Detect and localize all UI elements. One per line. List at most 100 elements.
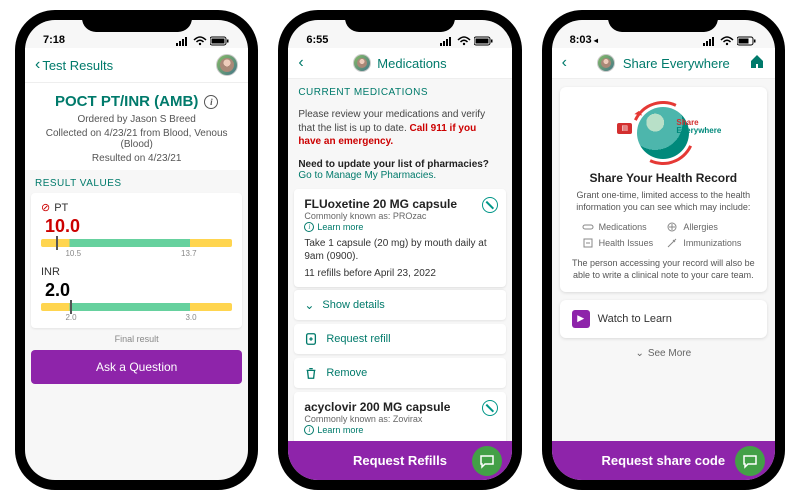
phone-medications: 6:55 ‹ Medications CURRENT MEDICATIONS P… xyxy=(278,10,521,490)
inr-label: INR xyxy=(41,266,60,278)
alert-icon: ⊘ xyxy=(41,201,50,214)
status-right xyxy=(440,36,494,46)
final-result-label: Final result xyxy=(25,334,248,344)
content: POCT PT/INR (AMB) i Ordered by Jason S B… xyxy=(25,83,248,480)
remove-button[interactable]: Remove xyxy=(294,358,505,388)
header-bar: ‹ Test Results xyxy=(25,48,248,83)
manage-pharmacies-link[interactable]: Go to Manage My Pharmacies. xyxy=(298,170,436,181)
item-immunizations: Immunizations xyxy=(666,237,745,249)
chat-fab[interactable] xyxy=(735,446,765,476)
page-title: Medications xyxy=(377,56,446,71)
watch-to-learn-button[interactable]: ▶ Watch to Learn xyxy=(560,300,767,338)
section-title: RESULT VALUES xyxy=(25,170,248,193)
phone-test-results: 7:18 ‹ Test Results POCT PT/INR (AMB) i … xyxy=(15,10,258,490)
header-bar: ‹ Medications xyxy=(288,48,511,79)
back-label: Test Results xyxy=(42,58,113,73)
syringe-icon xyxy=(666,237,678,249)
request-share-code-button[interactable]: Request share code xyxy=(552,441,775,480)
chevron-down-icon: ⌄ xyxy=(304,298,314,312)
result-title-row: POCT PT/INR (AMB) i xyxy=(55,93,218,110)
signal-icon xyxy=(176,36,190,46)
pharmacy-update: Need to update your list of pharmacies? … xyxy=(288,155,511,189)
result-header: POCT PT/INR (AMB) i Ordered by Jason S B… xyxy=(25,83,248,170)
wifi-icon xyxy=(193,36,207,46)
share-everywhere-logo: ▤ ShareEverywhere xyxy=(572,101,755,165)
back-button[interactable]: ‹ xyxy=(562,54,567,72)
med-name: FLUoxetine 20 MG capsule xyxy=(304,197,495,211)
notch xyxy=(82,10,192,32)
status-right xyxy=(703,36,757,46)
notch xyxy=(608,10,718,32)
med-aka: Commonly known as: Zovirax xyxy=(304,414,495,424)
signal-icon xyxy=(703,36,717,46)
phone-share-everywhere: 8:03 ◂ ‹ Share Everywhere ▤ ShareEve xyxy=(542,10,785,490)
request-refill-button[interactable]: Request refill xyxy=(294,324,505,354)
med-refills: 11 refills before April 23, 2022 xyxy=(304,268,495,279)
ask-question-button[interactable]: Ask a Question xyxy=(31,350,242,384)
request-refills-button[interactable]: Request Refills xyxy=(288,441,511,480)
status-time: 7:18 xyxy=(43,34,65,46)
back-button[interactable]: ‹ xyxy=(298,54,303,72)
med-name: acyclovir 200 MG capsule xyxy=(304,400,495,414)
battery-icon xyxy=(737,36,757,46)
wifi-icon xyxy=(457,36,471,46)
result-title: POCT PT/INR (AMB) xyxy=(55,93,198,110)
see-more-button[interactable]: ⌄ See More xyxy=(552,344,775,363)
card-heading: Share Your Health Record xyxy=(572,171,755,185)
battery-icon xyxy=(474,36,494,46)
pt-scale: 10.513.7 xyxy=(41,249,232,258)
avatar[interactable] xyxy=(597,54,615,72)
battery-icon xyxy=(210,36,230,46)
status-time: 6:55 xyxy=(306,34,328,46)
home-icon[interactable] xyxy=(749,53,765,74)
info-icon[interactable]: i xyxy=(204,95,218,109)
inr-value: 2.0 xyxy=(45,280,232,301)
ordered-by: Ordered by Jason S Breed xyxy=(33,114,240,125)
section-title: CURRENT MEDICATIONS xyxy=(288,79,511,102)
chat-fab[interactable] xyxy=(472,446,502,476)
trash-icon xyxy=(304,366,318,380)
med-directions: Take 1 capsule (20 mg) by mouth daily at… xyxy=(304,237,495,263)
back-button[interactable]: ‹ Test Results xyxy=(35,57,113,73)
screen: 8:03 ◂ ‹ Share Everywhere ▤ ShareEve xyxy=(552,20,775,480)
content: CURRENT MEDICATIONS Please review your m… xyxy=(288,79,511,480)
learn-more-link[interactable]: iLearn more xyxy=(304,222,495,232)
med-aka: Commonly known as: PROzac xyxy=(304,211,495,221)
medication-card: FLUoxetine 20 MG capsule Commonly known … xyxy=(294,189,505,287)
info-icon: i xyxy=(304,425,314,435)
pt-label: PT xyxy=(54,202,68,214)
screen: 6:55 ‹ Medications CURRENT MEDICATIONS P… xyxy=(288,20,511,480)
pt-row: ⊘ PT xyxy=(41,201,232,214)
card-para1: Grant one-time, limited access to the he… xyxy=(572,189,755,213)
learn-more-link[interactable]: iLearn more xyxy=(304,425,495,435)
issues-icon xyxy=(582,237,594,249)
pt-value: 10.0 xyxy=(45,216,232,237)
item-allergies: Allergies xyxy=(666,221,745,233)
play-icon: ▶ xyxy=(572,310,590,328)
page-title: Share Everywhere xyxy=(623,56,730,71)
item-health-issues: Health Issues xyxy=(582,237,661,249)
pt-range-bar xyxy=(41,239,232,247)
allergy-icon xyxy=(666,221,678,233)
not-taking-icon[interactable] xyxy=(482,197,498,213)
item-medications: Medications xyxy=(582,221,661,233)
wifi-icon xyxy=(720,36,734,46)
inr-row: INR xyxy=(41,266,232,278)
show-details-button[interactable]: ⌄ Show details xyxy=(294,289,505,320)
status-right xyxy=(176,36,230,46)
avatar[interactable] xyxy=(216,54,238,76)
medication-card: acyclovir 200 MG capsule Commonly known … xyxy=(294,392,505,442)
content: ▤ ShareEverywhere Share Your Health Reco… xyxy=(552,79,775,480)
collected-on: Collected on 4/23/21 from Blood, Venous … xyxy=(33,128,240,150)
chevron-down-icon: ⌄ xyxy=(635,348,643,359)
share-card: ▤ ShareEverywhere Share Your Health Reco… xyxy=(560,87,767,292)
not-taking-icon[interactable] xyxy=(482,400,498,416)
card-para2: The person accessing your record will al… xyxy=(572,257,755,281)
chevron-left-icon: ‹ xyxy=(35,57,40,73)
pill-icon xyxy=(582,221,594,233)
refill-icon xyxy=(304,332,318,346)
signal-icon xyxy=(440,36,454,46)
avatar[interactable] xyxy=(353,54,371,72)
intro-text: Please review your medications and verif… xyxy=(288,102,511,155)
header-bar: ‹ Share Everywhere xyxy=(552,48,775,79)
